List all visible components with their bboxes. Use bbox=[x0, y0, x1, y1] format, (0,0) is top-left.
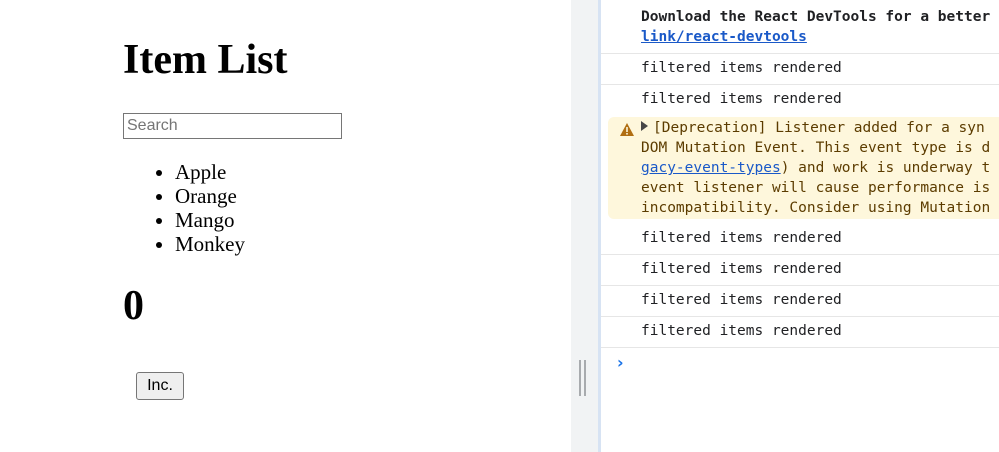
console-message: filtered items rendered bbox=[601, 317, 999, 348]
list-item: Apple bbox=[175, 160, 245, 184]
expand-triangle-icon[interactable] bbox=[641, 121, 648, 131]
list-item: Orange bbox=[175, 184, 245, 208]
warning-text: event listener will cause performance is bbox=[641, 180, 991, 196]
item-list: Apple Orange Mango Monkey bbox=[135, 160, 245, 256]
console-message: filtered items rendered bbox=[601, 255, 999, 286]
list-item: Monkey bbox=[175, 232, 245, 256]
console-message: filtered items rendered bbox=[601, 54, 999, 85]
warning-text: incompatibility. Consider using Mutation bbox=[641, 200, 991, 216]
splitter-grip-icon[interactable] bbox=[579, 360, 588, 396]
log-text: filtered items rendered bbox=[641, 91, 842, 107]
log-text: filtered items rendered bbox=[641, 323, 842, 339]
log-text: filtered items rendered bbox=[641, 292, 842, 308]
screen: Item List Apple Orange Mango Monkey 0 In… bbox=[0, 0, 999, 452]
devtools-link[interactable]: link/react-devtools bbox=[641, 29, 807, 45]
devtools-message-text: Download the React DevTools for a better bbox=[641, 9, 991, 25]
devtools-console: Download the React DevTools for a better… bbox=[601, 0, 999, 452]
page-title: Item List bbox=[123, 37, 288, 83]
warning-link[interactable]: gacy-event-types bbox=[641, 160, 781, 176]
list-item: Mango bbox=[175, 208, 245, 232]
console-message: filtered items rendered bbox=[601, 85, 999, 116]
warning-text: [Deprecation] Listener added for a syn bbox=[653, 120, 985, 136]
log-text: filtered items rendered bbox=[641, 230, 842, 246]
console-prompt-icon[interactable]: › bbox=[617, 353, 624, 372]
console-message: filtered items rendered bbox=[601, 286, 999, 317]
warning-icon bbox=[620, 123, 634, 136]
increment-button[interactable]: Inc. bbox=[136, 372, 184, 400]
log-text: filtered items rendered bbox=[641, 60, 842, 76]
search-input[interactable] bbox=[123, 113, 342, 139]
counter-value: 0 bbox=[123, 283, 144, 329]
warning-text: ) and work is underway t bbox=[780, 160, 991, 176]
app-pane: Item List Apple Orange Mango Monkey 0 In… bbox=[0, 0, 571, 452]
console-warning: [Deprecation] Listener added for a syn D… bbox=[608, 117, 999, 219]
console-message: filtered items rendered bbox=[601, 224, 999, 255]
warning-text: DOM Mutation Event. This event type is d bbox=[641, 140, 991, 156]
log-text: filtered items rendered bbox=[641, 261, 842, 277]
console-message: Download the React DevTools for a better… bbox=[601, 0, 999, 54]
